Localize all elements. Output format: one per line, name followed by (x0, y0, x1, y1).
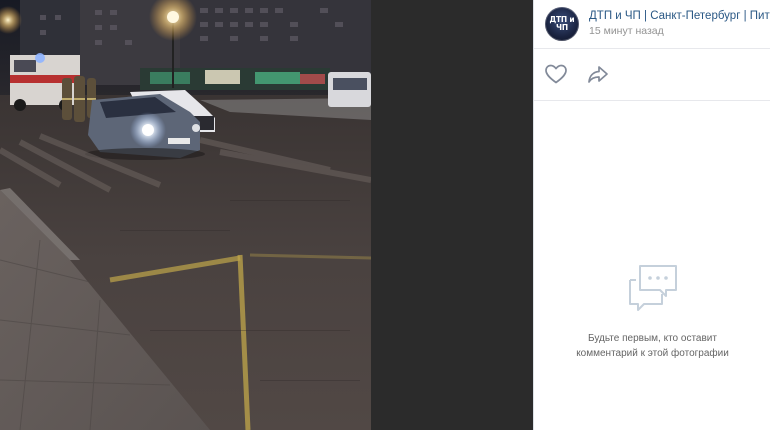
group-avatar[interactable]: ДТП и ЧП (545, 7, 579, 41)
comments-empty-state: Будьте первым, кто оставит комментарий к… (534, 262, 770, 361)
heart-outline-icon (545, 64, 567, 84)
accident-photo[interactable] (0, 0, 371, 430)
photo-viewer (0, 0, 533, 430)
night-street-scene (0, 0, 371, 430)
empty-comments-line1: Будьте первым, кто оставит (588, 333, 717, 344)
post-header: ДТП и ЧП ДТП и ЧП | Санкт-Петербург | Пи… (534, 0, 770, 49)
empty-comments-line2: комментарий к этой фотографии (576, 348, 729, 359)
speech-bubbles-icon (626, 262, 680, 312)
avatar-ring (545, 7, 579, 41)
post-actions (534, 48, 770, 101)
post-time-link[interactable]: 15 минут назад (589, 25, 664, 38)
empty-comments-text: Будьте первым, кто оставит комментарий к… (534, 331, 770, 361)
like-button[interactable] (544, 63, 568, 85)
photo-side-panel: ДТП и ЧП ДТП и ЧП | Санкт-Петербург | Пи… (533, 0, 770, 430)
group-name-link[interactable]: ДТП и ЧП | Санкт-Петербург | Питер (589, 9, 770, 23)
share-button[interactable] (586, 63, 610, 85)
share-arrow-icon (588, 66, 608, 83)
